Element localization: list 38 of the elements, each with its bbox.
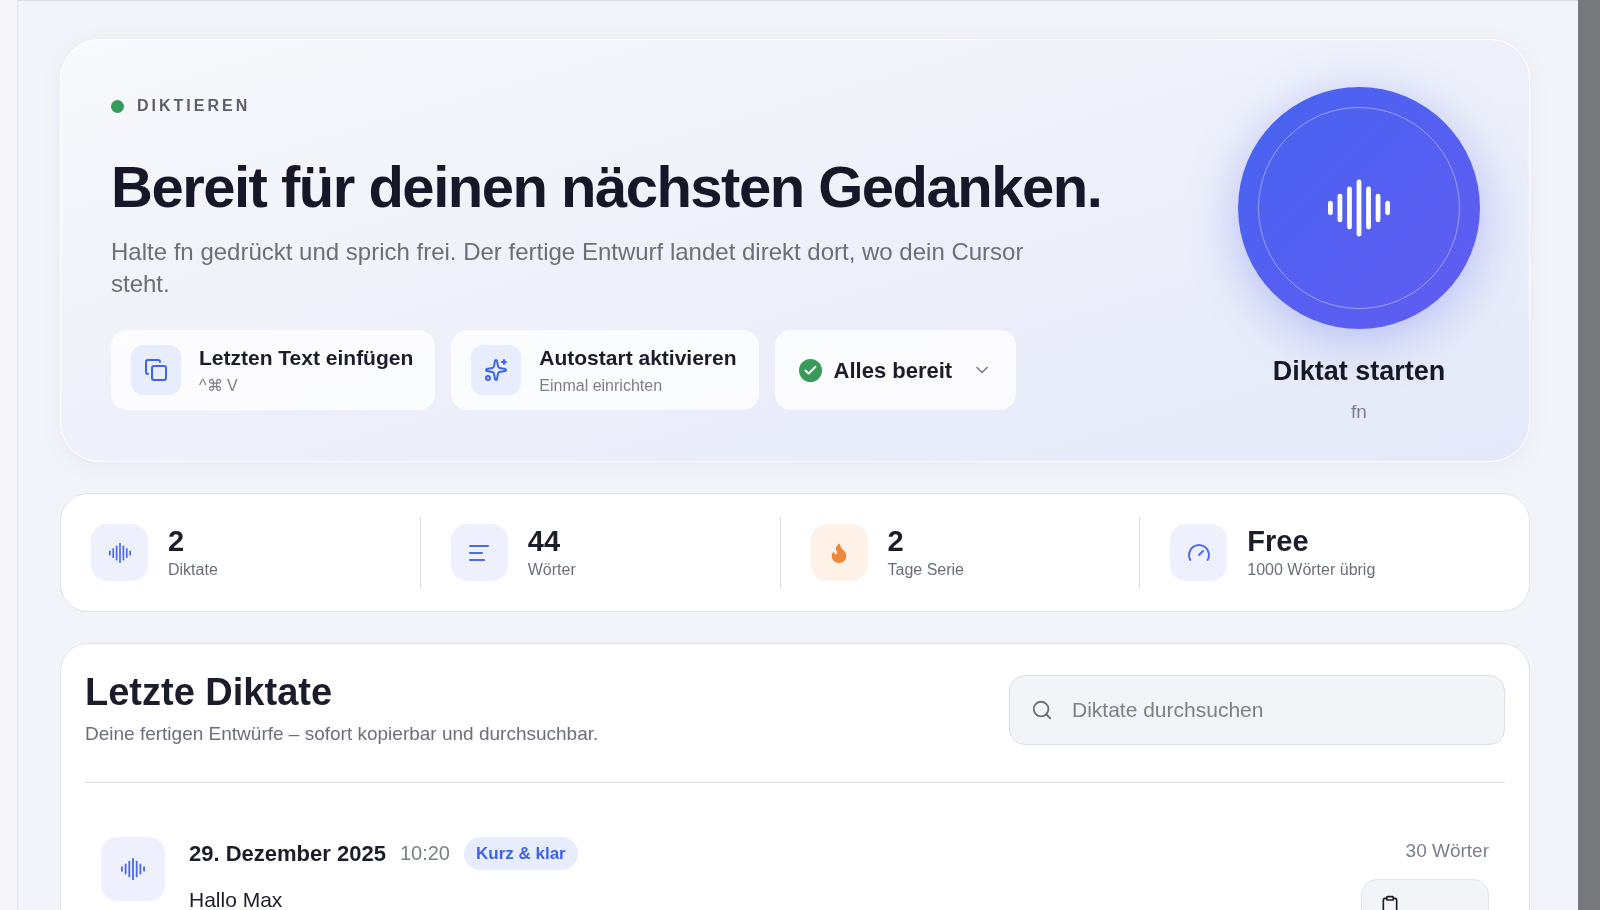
stat-label: 1000 Wörter übrig [1247,559,1376,580]
flame-icon [810,524,868,581]
text-lines-icon [450,524,508,581]
record-label: Diktat starten [1272,355,1446,388]
clipboard-icon [131,345,181,395]
stat-label: Tage Serie [887,559,964,580]
search-field[interactable]: Diktate durchsuchen [1009,675,1505,745]
action-button[interactable]: Letzten Text einfügen ^⌘ V [111,330,436,410]
stat-label: Diktate [168,559,218,580]
section-subtitle: Deine fertigen Entwürfe – sofort kopierbar und durchsuchbar. [85,722,599,746]
hero-title: Bereit für deinen nächsten Gedanken. [111,153,1103,221]
waveform-icon [101,836,165,901]
check-icon [798,358,822,382]
entry-text: Hallo Max [189,887,284,910]
waveform-icon [91,524,148,581]
sparkle-icon [471,345,522,395]
copy-icon [1380,895,1400,910]
shortcut-label: fn [1351,399,1367,424]
action-title: Letzten Text einfügen [199,345,414,372]
action-title: Autostart aktivieren [539,345,737,372]
stat-value: 44 [527,523,561,558]
search-icon [1031,699,1053,721]
entry-time: 10:20 [399,841,450,867]
entry-date: 29. Dezember 2025 [189,839,386,868]
stat-value: 2 [887,523,905,558]
action-subtitle: Einmal einrichten [539,375,664,396]
hero-subtitle: Halte fn gedrückt und sprich frei. Der fertige Entwurf landet direkt dort, wo dein Cursor steht. [111,237,1025,299]
section-label: DIKTIEREN [137,96,251,116]
stat-label: Wörter [527,559,576,580]
word-count: 30 Wörter [1405,838,1489,863]
stat-value: 2 [168,523,186,558]
action-subtitle: ^⌘ V [199,375,239,396]
stat-value: Free [1247,523,1310,558]
status-dropdown[interactable]: Alles bereit [774,330,1017,410]
section-title: Letzte Diktate [85,670,334,714]
gauge-icon [1170,524,1228,581]
action-button[interactable]: Autostart aktivieren Einmal einrichten [451,330,759,410]
style-tag: Kurz & klar [463,836,578,870]
